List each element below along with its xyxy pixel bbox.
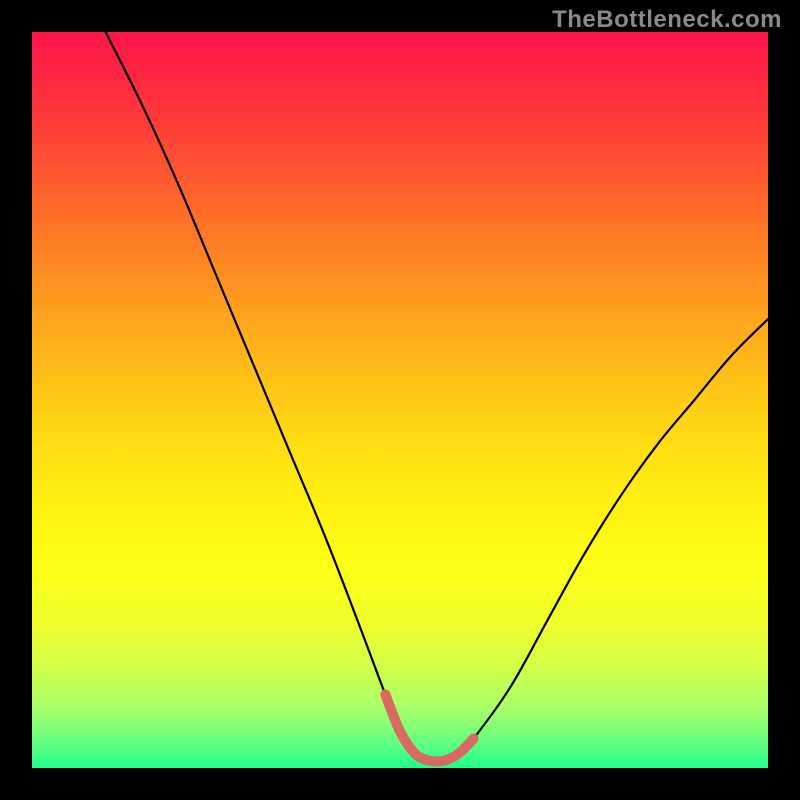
bottleneck-curve bbox=[106, 32, 768, 762]
chart-plot-area bbox=[32, 32, 768, 768]
optimal-range-highlight bbox=[385, 694, 473, 761]
chart-svg bbox=[32, 32, 768, 768]
chart-frame: TheBottleneck.com bbox=[0, 0, 800, 800]
watermark-text: TheBottleneck.com bbox=[552, 6, 782, 34]
